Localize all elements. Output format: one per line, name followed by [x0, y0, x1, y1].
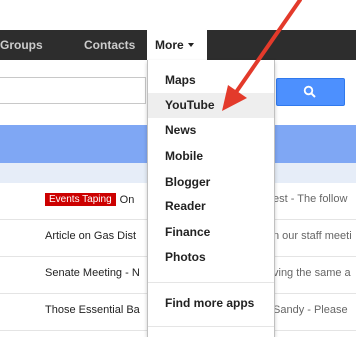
- page-margin: [356, 0, 364, 337]
- app-frame: Groups Contacts More Events Taping On est…: [0, 0, 356, 337]
- annotation-arrow-icon: [222, 0, 302, 111]
